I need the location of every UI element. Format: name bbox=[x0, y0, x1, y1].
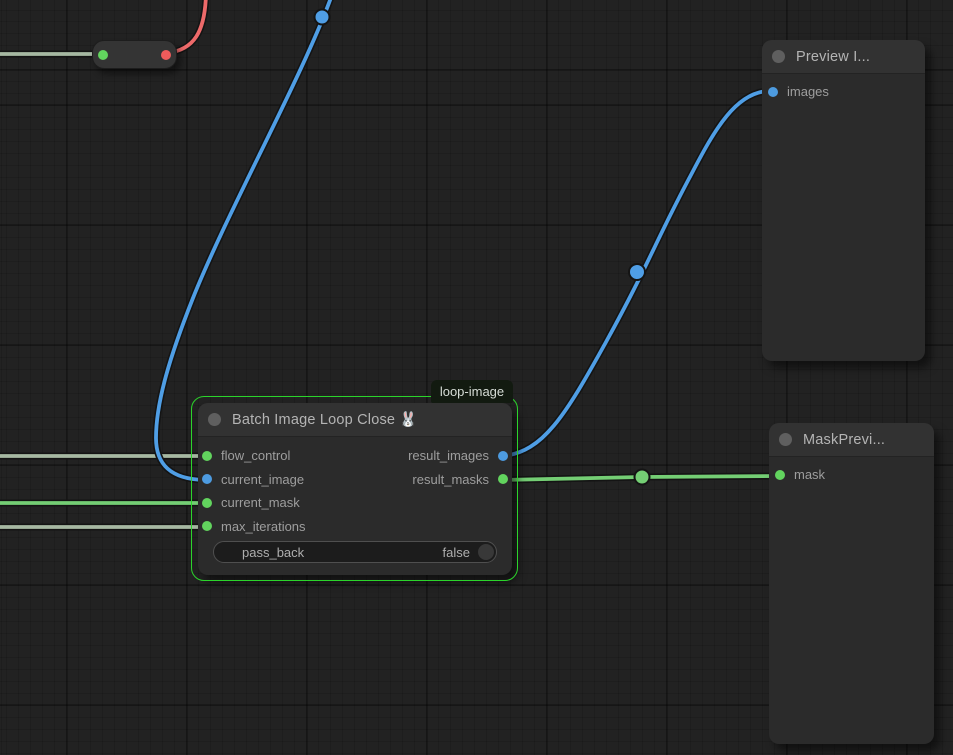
port-row: max_iterations bbox=[198, 515, 512, 539]
port-label: images bbox=[787, 84, 829, 99]
node-mask-preview[interactable]: MaskPrevi... mask bbox=[769, 423, 934, 744]
port-dot-result-images[interactable] bbox=[498, 451, 508, 461]
toggle-knob[interactable] bbox=[478, 544, 494, 560]
port-dot-flow-control[interactable] bbox=[202, 451, 212, 461]
reroute-dot-blue-mid[interactable] bbox=[629, 264, 645, 280]
badge-label: loop-image bbox=[440, 384, 504, 399]
port-label: current_mask bbox=[221, 495, 300, 510]
pill-input-dot[interactable] bbox=[98, 50, 108, 60]
widget-name: pass_back bbox=[214, 545, 304, 560]
output-result-images[interactable]: result_images bbox=[408, 448, 508, 463]
node-title-bar[interactable]: Batch Image Loop Close 🐰 bbox=[198, 403, 512, 437]
input-current-image[interactable]: current_image bbox=[202, 472, 304, 487]
collapse-dot-icon[interactable] bbox=[772, 50, 785, 63]
node-title: Preview I... bbox=[796, 49, 870, 65]
widget-pass-back-toggle[interactable]: pass_back false bbox=[213, 541, 497, 563]
collapse-dot-icon[interactable] bbox=[779, 433, 792, 446]
node-badge: loop-image bbox=[431, 380, 513, 403]
node-title: MaskPrevi... bbox=[803, 432, 885, 448]
reroute-dot-green-mid[interactable] bbox=[635, 470, 650, 485]
node-graph-canvas[interactable]: Batch Image Loop Close 🐰 flow_control re… bbox=[0, 0, 953, 755]
port-dot-result-masks[interactable] bbox=[498, 474, 508, 484]
node-title-bar[interactable]: Preview I... bbox=[762, 40, 925, 74]
port-label: mask bbox=[794, 467, 825, 482]
port-label: flow_control bbox=[221, 448, 290, 463]
collapse-dot-icon[interactable] bbox=[208, 413, 221, 426]
port-row: current_image result_masks bbox=[198, 468, 512, 492]
output-result-masks[interactable]: result_masks bbox=[412, 472, 508, 487]
input-flow-control[interactable]: flow_control bbox=[202, 448, 290, 463]
port-dot-images[interactable] bbox=[768, 87, 778, 97]
input-current-mask[interactable]: current_mask bbox=[202, 495, 300, 510]
input-max-iterations[interactable]: max_iterations bbox=[202, 519, 306, 534]
node-title-bar[interactable]: MaskPrevi... bbox=[769, 423, 934, 457]
port-row: current_mask bbox=[198, 491, 512, 515]
input-mask[interactable]: mask bbox=[769, 457, 934, 482]
port-dot-mask[interactable] bbox=[775, 470, 785, 480]
node-preview-image[interactable]: Preview I... images bbox=[762, 40, 925, 361]
port-dot-current-image[interactable] bbox=[202, 474, 212, 484]
node-title: Batch Image Loop Close 🐰 bbox=[232, 411, 418, 428]
port-label: max_iterations bbox=[221, 519, 306, 534]
collapsed-node[interactable] bbox=[92, 40, 177, 69]
port-row: flow_control result_images bbox=[198, 444, 512, 468]
port-dot-max-iterations[interactable] bbox=[202, 521, 212, 531]
port-label: result_images bbox=[408, 448, 489, 463]
port-dot-current-mask[interactable] bbox=[202, 498, 212, 508]
port-label: result_masks bbox=[412, 472, 489, 487]
pill-output-dot[interactable] bbox=[161, 50, 171, 60]
input-images[interactable]: images bbox=[762, 74, 925, 99]
port-label: current_image bbox=[221, 472, 304, 487]
reroute-dot-blue-top[interactable] bbox=[315, 10, 330, 25]
node-batch-image-loop-close[interactable]: Batch Image Loop Close 🐰 flow_control re… bbox=[198, 403, 512, 575]
